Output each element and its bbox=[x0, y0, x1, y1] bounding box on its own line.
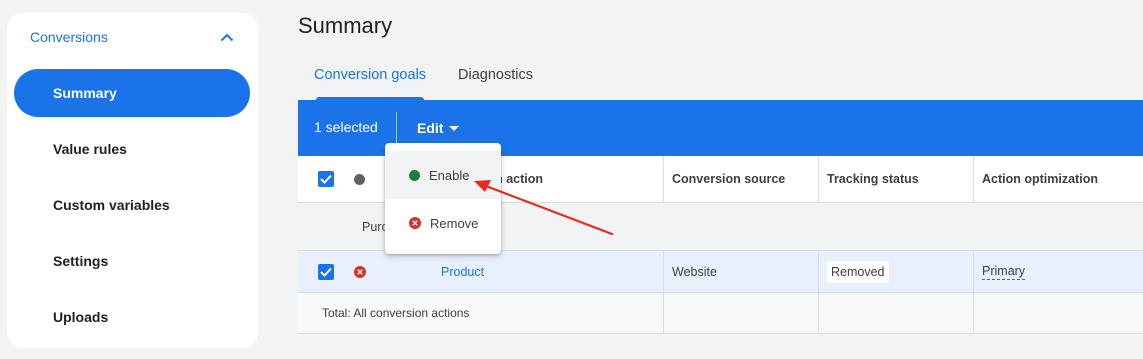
sidebar-item-custom-variables[interactable]: Custom variables bbox=[14, 181, 250, 229]
tracking-status-cell: Removed bbox=[827, 251, 889, 292]
optimization-value[interactable]: Primary bbox=[982, 264, 1026, 280]
divider bbox=[818, 251, 819, 292]
sidebar-section-label: Conversions bbox=[30, 29, 108, 45]
edit-dropdown-menu: Enable Remove bbox=[385, 143, 501, 254]
divider bbox=[973, 251, 974, 292]
action-name-cell: Product bbox=[441, 251, 484, 292]
divider bbox=[663, 293, 664, 333]
divider bbox=[973, 293, 974, 333]
total-label: Total: All conversion actions bbox=[322, 306, 470, 320]
divider bbox=[663, 156, 664, 202]
tab-label: Diagnostics bbox=[458, 67, 533, 83]
selection-count: 1 selected bbox=[314, 119, 378, 135]
sidebar-item-value-rules[interactable]: Value rules bbox=[14, 125, 250, 173]
status-badge: Removed bbox=[827, 260, 889, 283]
page-title: Summary bbox=[298, 13, 393, 38]
row-checkbox[interactable] bbox=[318, 263, 334, 280]
edit-button-label: Edit bbox=[417, 120, 444, 136]
column-header-label: Tracking status bbox=[827, 172, 919, 186]
sidebar-item-label: Custom variables bbox=[53, 197, 170, 213]
source-value: Website bbox=[672, 264, 717, 279]
status-header-cell bbox=[354, 156, 365, 202]
table-row: Product Website Removed Primary bbox=[298, 251, 1143, 293]
tab-label: Conversion goals bbox=[314, 67, 427, 83]
divider bbox=[396, 112, 397, 144]
sidebar-section-conversions[interactable]: Conversions bbox=[7, 13, 258, 61]
sidebar-item-label: Settings bbox=[53, 253, 109, 269]
column-header-source[interactable]: Conversion source bbox=[672, 156, 785, 202]
green-dot-icon bbox=[409, 169, 420, 181]
column-header-label: Conversion source bbox=[672, 172, 786, 186]
tab-bar: Conversion goals Diagnostics bbox=[298, 56, 549, 100]
select-all-checkbox[interactable] bbox=[318, 171, 334, 187]
source-cell: Website bbox=[672, 251, 717, 292]
optimization-cell: Primary bbox=[982, 251, 1026, 292]
divider bbox=[818, 156, 819, 202]
row-select-cell bbox=[318, 251, 334, 292]
sidebar-item-summary[interactable]: Summary bbox=[14, 69, 250, 117]
check-icon bbox=[320, 267, 332, 277]
red-x-icon bbox=[409, 217, 421, 229]
menu-item-label: Remove bbox=[430, 215, 479, 231]
menu-item-label: Enable bbox=[429, 167, 470, 183]
caret-down-icon bbox=[449, 125, 460, 131]
column-header-label: Action optimization bbox=[982, 172, 1098, 186]
sidebar: Conversions Summary Value rules Custom v… bbox=[7, 13, 258, 348]
conversion-action-link[interactable]: Product bbox=[441, 265, 484, 279]
total-row: Total: All conversion actions bbox=[298, 293, 1143, 334]
divider bbox=[818, 293, 819, 333]
divider bbox=[663, 251, 664, 292]
column-header-action-optimization[interactable]: Action optimization bbox=[982, 156, 1098, 202]
select-all-cell bbox=[318, 156, 334, 202]
status-dot-icon bbox=[354, 173, 365, 185]
sidebar-item-uploads[interactable]: Uploads bbox=[14, 293, 250, 341]
tab-conversion-goals[interactable]: Conversion goals bbox=[298, 56, 442, 100]
check-icon bbox=[320, 174, 332, 184]
row-status-cell bbox=[354, 251, 366, 292]
column-header-tracking-status[interactable]: Tracking status bbox=[827, 156, 919, 202]
sidebar-item-settings[interactable]: Settings bbox=[14, 237, 250, 285]
sidebar-item-label: Value rules bbox=[53, 141, 127, 157]
edit-button[interactable]: Edit bbox=[408, 110, 468, 146]
sidebar-item-label: Summary bbox=[53, 85, 117, 101]
total-label-cell: Total: All conversion actions bbox=[322, 293, 469, 333]
menu-item-enable[interactable]: Enable bbox=[385, 151, 501, 199]
chevron-up-icon[interactable] bbox=[220, 32, 234, 42]
menu-item-remove[interactable]: Remove bbox=[385, 199, 501, 247]
sidebar-item-label: Uploads bbox=[53, 309, 109, 325]
removed-status-icon bbox=[354, 265, 366, 278]
tab-diagnostics[interactable]: Diagnostics bbox=[442, 56, 549, 100]
divider bbox=[973, 156, 974, 202]
